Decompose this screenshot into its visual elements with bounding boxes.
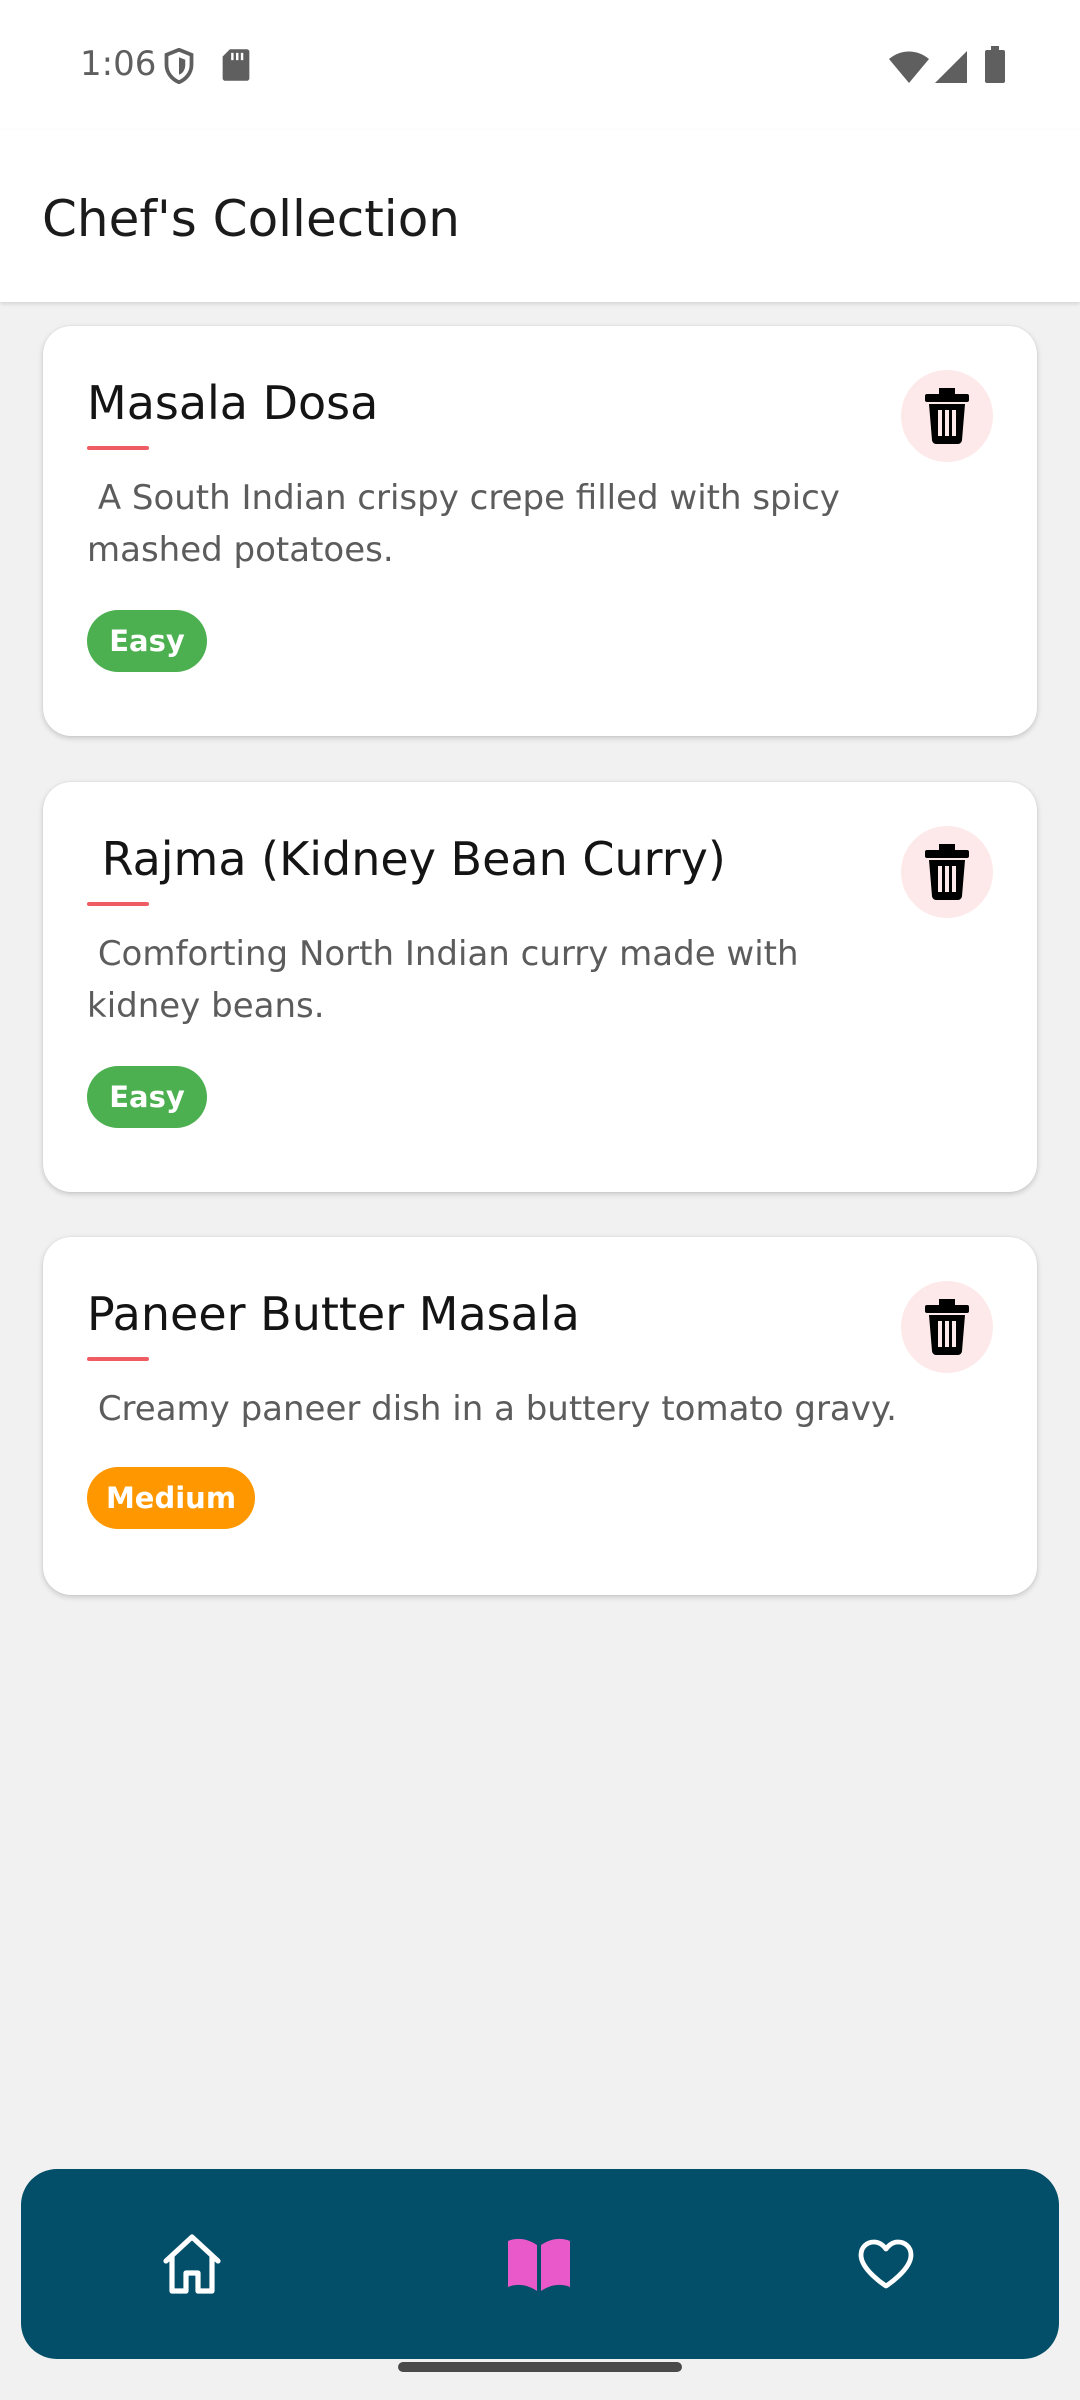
delete-button[interactable] bbox=[901, 370, 993, 462]
title-underline bbox=[87, 446, 149, 450]
heart-icon bbox=[858, 2239, 914, 2289]
nav-item-favorites[interactable] bbox=[786, 2169, 986, 2359]
sd-card-icon bbox=[222, 48, 250, 87]
recipe-title: Rajma (Kidney Bean Curry) bbox=[87, 832, 726, 886]
recipe-card[interactable]: Paneer Butter Masala Creamy paneer dish … bbox=[43, 1237, 1037, 1595]
nav-item-home[interactable] bbox=[92, 2169, 292, 2359]
book-open-icon bbox=[508, 2238, 570, 2291]
signal-icon bbox=[934, 50, 968, 89]
status-bar: 1:06 bbox=[0, 0, 1080, 130]
trash-icon bbox=[925, 844, 969, 900]
home-indicator[interactable] bbox=[398, 2362, 682, 2372]
recipe-card[interactable]: Rajma (Kidney Bean Curry) Comforting Nor… bbox=[43, 782, 1037, 1192]
delete-button[interactable] bbox=[901, 1281, 993, 1373]
title-underline bbox=[87, 902, 149, 906]
recipe-description: A South Indian crispy crepe filled with … bbox=[87, 478, 851, 570]
recipe-description: Comforting North Indian curry made with … bbox=[87, 934, 810, 1026]
difficulty-badge: Easy bbox=[87, 610, 207, 672]
difficulty-badge: Easy bbox=[87, 1066, 207, 1128]
recipe-title: Paneer Butter Masala bbox=[87, 1287, 580, 1341]
bottom-nav bbox=[21, 2169, 1059, 2359]
trash-icon bbox=[925, 1299, 969, 1355]
page-title: Chef's Collection bbox=[42, 190, 460, 248]
home-icon bbox=[163, 2234, 221, 2294]
wifi-icon bbox=[888, 50, 930, 89]
title-underline bbox=[87, 1357, 149, 1361]
shield-icon bbox=[164, 47, 194, 89]
delete-button[interactable] bbox=[901, 826, 993, 918]
recipe-title: Masala Dosa bbox=[87, 376, 379, 430]
recipe-description: Creamy paneer dish in a buttery tomato g… bbox=[87, 1389, 897, 1429]
recipe-card[interactable]: Masala Dosa A South Indian crispy crepe … bbox=[43, 326, 1037, 736]
status-time: 1:06 bbox=[80, 44, 157, 84]
nav-item-collection[interactable] bbox=[439, 2169, 639, 2359]
battery-icon bbox=[984, 46, 1006, 89]
trash-icon bbox=[925, 388, 969, 444]
difficulty-badge: Medium bbox=[87, 1467, 255, 1529]
